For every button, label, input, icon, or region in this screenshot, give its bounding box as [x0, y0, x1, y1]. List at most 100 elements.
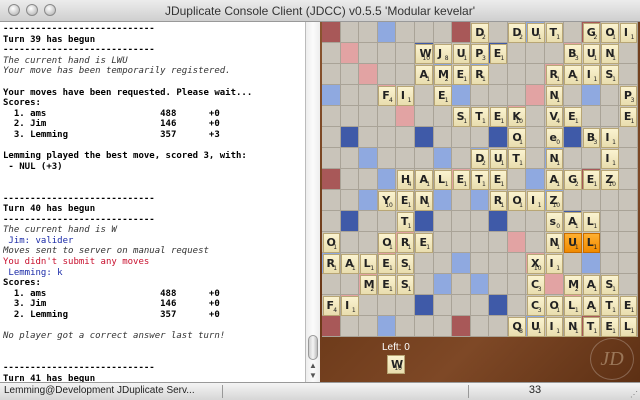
letter-tile[interactable]: L1	[359, 253, 378, 274]
letter-tile[interactable]: H4	[396, 169, 415, 190]
letter-tile[interactable]: E1	[415, 232, 434, 253]
letter-tile[interactable]: T1	[396, 211, 415, 232]
letter-tile[interactable]: P3	[471, 43, 489, 64]
letter-tile[interactable]: T1	[471, 169, 489, 190]
board-cell[interactable]	[414, 85, 434, 106]
letter-tile[interactable]: L1	[619, 316, 638, 337]
letter-tile[interactable]: T1	[508, 148, 526, 169]
letter-tile[interactable]: I1	[396, 85, 415, 106]
board-cell[interactable]	[414, 211, 434, 232]
board-cell[interactable]	[359, 22, 378, 43]
board-cell[interactable]	[377, 106, 397, 127]
letter-tile[interactable]: R1	[471, 64, 489, 85]
board-cell[interactable]	[433, 106, 453, 127]
board-cell[interactable]	[507, 169, 527, 190]
board-cell[interactable]	[396, 148, 415, 169]
board-cell[interactable]	[340, 211, 360, 232]
letter-tile[interactable]: I1	[341, 295, 359, 316]
board-cell[interactable]	[526, 211, 546, 232]
console-output[interactable]: ---------------------------- Turn 39 has …	[0, 22, 305, 382]
board-cell[interactable]	[340, 106, 360, 127]
board-cell[interactable]	[433, 127, 453, 148]
letter-tile[interactable]: N1	[564, 316, 582, 337]
letter-tile[interactable]: E1	[396, 190, 415, 211]
board-cell[interactable]	[470, 85, 490, 106]
letter-tile[interactable]: E1	[582, 169, 601, 190]
board-cell[interactable]	[507, 85, 527, 106]
letter-tile[interactable]: I1	[545, 316, 564, 337]
board-cell[interactable]	[359, 169, 378, 190]
letter-tile[interactable]: P3	[619, 85, 638, 106]
board-cell[interactable]	[600, 232, 620, 253]
board-cell[interactable]	[452, 211, 471, 232]
board-cell[interactable]	[452, 22, 471, 43]
letter-tile[interactable]: O1	[545, 295, 564, 316]
letter-tile[interactable]: S1	[396, 274, 415, 295]
console-scrollbar[interactable]: ▲ ▼	[305, 22, 320, 382]
letter-tile[interactable]: R1	[322, 253, 341, 274]
board-cell[interactable]	[396, 43, 415, 64]
letter-tile[interactable]: U1	[452, 43, 471, 64]
letter-tile[interactable]: D2	[508, 22, 526, 43]
board-cell[interactable]	[452, 295, 471, 316]
letter-tile[interactable]: A1	[582, 274, 601, 295]
board-cell[interactable]	[396, 106, 415, 127]
letter-tile[interactable]: D2	[471, 148, 489, 169]
letter-tile[interactable]: N1	[415, 190, 434, 211]
board-cell[interactable]	[526, 43, 546, 64]
board-cell[interactable]	[340, 64, 360, 85]
board-cell[interactable]	[377, 127, 397, 148]
letter-tile[interactable]: U1	[582, 43, 601, 64]
board-cell[interactable]	[470, 190, 490, 211]
letter-tile[interactable]: E1	[378, 253, 396, 274]
board-cell[interactable]	[322, 64, 341, 85]
letter-tile[interactable]: V4	[545, 106, 564, 127]
board-cell[interactable]	[545, 43, 564, 64]
letter-tile[interactable]: I1	[545, 253, 564, 274]
board-cell[interactable]	[563, 85, 583, 106]
board-cell[interactable]	[619, 43, 638, 64]
letter-tile[interactable]: N1	[545, 232, 564, 253]
board-cell[interactable]	[322, 106, 341, 127]
board-cell[interactable]	[322, 43, 341, 64]
board-cell[interactable]	[377, 64, 397, 85]
board-cell[interactable]	[619, 190, 638, 211]
letter-tile[interactable]: D2	[471, 22, 489, 43]
letter-tile[interactable]: R1	[489, 190, 508, 211]
board-cell[interactable]	[619, 253, 638, 274]
letter-tile[interactable]: F4	[322, 295, 341, 316]
board-cell[interactable]	[619, 274, 638, 295]
board-cell[interactable]	[414, 253, 434, 274]
letter-tile[interactable]: E1	[378, 274, 396, 295]
board-cell[interactable]	[507, 253, 527, 274]
board-cell[interactable]	[396, 316, 415, 337]
board-cell[interactable]	[526, 127, 546, 148]
letter-tile[interactable]: G2	[564, 169, 582, 190]
scroll-up-arrow-icon[interactable]: ▲	[309, 362, 317, 370]
board-cell[interactable]	[377, 148, 397, 169]
board-cell[interactable]	[377, 316, 397, 337]
letter-tile[interactable]: U1	[526, 22, 545, 43]
board-cell[interactable]	[470, 316, 490, 337]
board-cell[interactable]	[619, 211, 638, 232]
board-cell[interactable]	[507, 211, 527, 232]
board-cell[interactable]	[600, 190, 620, 211]
board-cell[interactable]	[340, 22, 360, 43]
board-cell[interactable]	[507, 274, 527, 295]
board-cell[interactable]	[563, 253, 583, 274]
board-cell[interactable]	[433, 22, 453, 43]
board-cell[interactable]	[433, 253, 453, 274]
board-cell[interactable]	[452, 232, 471, 253]
letter-tile[interactable]: T1	[545, 22, 564, 43]
board-cell[interactable]	[359, 295, 378, 316]
game-board[interactable]: D 2 D 2 U 1 T 1 G 2 O 1 I 1 W 10 J 8 U 1 P 3 E 1 B 3 U 1 N 1 A 1 M 2 E 1 R 1 R…	[322, 22, 638, 337]
board-cell[interactable]	[489, 274, 508, 295]
letter-tile[interactable]: E1	[564, 106, 582, 127]
board-cell[interactable]	[322, 274, 341, 295]
rack-tile[interactable]: W 10	[387, 355, 405, 374]
board-cell[interactable]	[470, 253, 490, 274]
board-cell[interactable]	[452, 274, 471, 295]
board-cell[interactable]	[359, 106, 378, 127]
board-cell[interactable]	[340, 148, 360, 169]
letter-tile[interactable]: E1	[489, 43, 508, 64]
